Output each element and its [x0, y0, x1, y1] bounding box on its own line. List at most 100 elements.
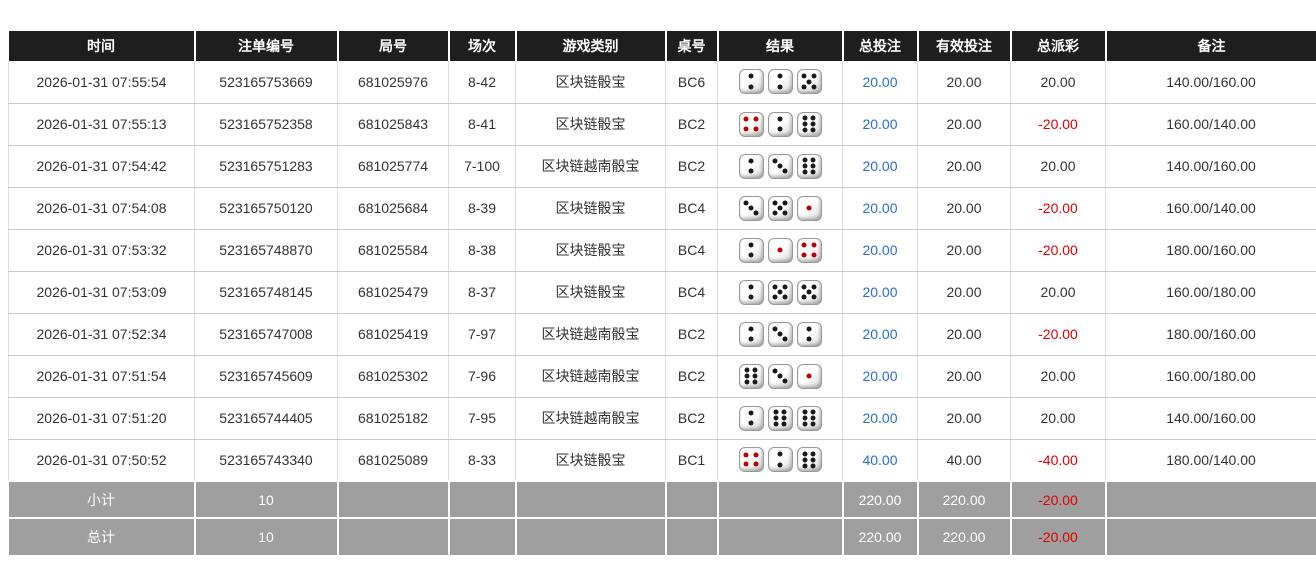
cell-payout: -20.00 [1010, 186, 1106, 230]
cell-game-type: 区块链骰宝 [515, 186, 666, 230]
total-empty-session [448, 517, 517, 555]
cell-result [717, 354, 843, 398]
column-header: 桌号 [665, 31, 719, 61]
table-header: 时间 注单编号 局号 场次 游戏类别 桌号 结果 总投注 有效投注 总派彩 备注 [8, 31, 1316, 61]
cell-payout: -20.00 [1010, 102, 1106, 146]
cell-remark: 140.00/160.00 [1105, 396, 1316, 440]
table-row: 2026-01-31 07:54:42 523165751283 6810257… [8, 144, 1316, 188]
cell-payout: 20.00 [1010, 270, 1106, 314]
cell-total-bet[interactable]: 20.00 [842, 270, 918, 314]
die-3-icon [767, 153, 793, 179]
die-4-icon [738, 111, 764, 137]
cell-game-type: 区块链骰宝 [515, 270, 666, 314]
cell-total-bet[interactable]: 40.00 [842, 438, 918, 482]
cell-total-bet[interactable]: 20.00 [842, 186, 918, 230]
cell-valid-bet: 20.00 [917, 396, 1011, 440]
total-empty-round [337, 517, 450, 555]
die-1-icon [796, 195, 822, 221]
cell-session: 7-97 [448, 312, 516, 356]
cell-valid-bet: 20.00 [917, 312, 1011, 356]
cell-bet-id: 523165751283 [194, 144, 338, 188]
cell-table-no: BC2 [665, 102, 718, 146]
cell-valid-bet: 20.00 [917, 228, 1011, 272]
cell-total-bet[interactable]: 20.00 [842, 61, 918, 104]
cell-round-id: 681025089 [337, 438, 449, 482]
cell-remark: 160.00/140.00 [1105, 186, 1316, 230]
cell-session: 8-33 [448, 438, 516, 482]
column-header: 有效投注 [917, 31, 1012, 61]
cell-total-bet[interactable]: 20.00 [842, 228, 918, 272]
cell-payout: 20.00 [1010, 396, 1106, 440]
column-header: 时间 [8, 31, 196, 61]
cell-table-no: BC2 [665, 354, 718, 398]
cell-round-id: 681025774 [337, 144, 449, 188]
die-6-icon [796, 153, 822, 179]
die-5-icon [767, 195, 793, 221]
subtotal-total-bet: 220.00 [842, 480, 919, 518]
die-2-icon [738, 153, 764, 179]
cell-table-no: BC1 [665, 438, 718, 482]
cell-table-no: BC2 [665, 144, 718, 188]
cell-valid-bet: 20.00 [917, 102, 1011, 146]
total-label: 总计 [8, 517, 196, 555]
cell-remark: 180.00/160.00 [1105, 312, 1316, 356]
subtotal-empty-session [448, 480, 517, 518]
cell-round-id: 681025302 [337, 354, 449, 398]
cell-time: 2026-01-31 07:51:54 [8, 354, 195, 398]
cell-valid-bet: 40.00 [917, 438, 1011, 482]
die-2-icon [767, 69, 793, 95]
cell-table-no: BC6 [665, 61, 718, 104]
cell-bet-id: 523165748870 [194, 228, 338, 272]
cell-bet-id: 523165744405 [194, 396, 338, 440]
subtotal-empty-table [665, 480, 719, 518]
total-empty-table [665, 517, 719, 555]
cell-bet-id: 523165745609 [194, 354, 338, 398]
bet-history-table: 时间 注单编号 局号 场次 游戏类别 桌号 结果 总投注 有效投注 总派彩 备注 2026-01-3… [8, 31, 1316, 555]
die-2-icon [738, 321, 764, 347]
die-1-icon [796, 363, 822, 389]
cell-time: 2026-01-31 07:54:08 [8, 186, 195, 230]
cell-payout: -20.00 [1010, 312, 1106, 356]
cell-time: 2026-01-31 07:51:20 [8, 396, 195, 440]
cell-game-type: 区块链越南骰宝 [515, 312, 666, 356]
cell-payout: -40.00 [1010, 438, 1106, 482]
die-2-icon [738, 279, 764, 305]
cell-remark: 140.00/160.00 [1105, 61, 1316, 104]
cell-time: 2026-01-31 07:55:13 [8, 102, 195, 146]
total-valid-bet: 220.00 [917, 517, 1012, 555]
cell-valid-bet: 20.00 [917, 354, 1011, 398]
cell-total-bet[interactable]: 20.00 [842, 396, 918, 440]
cell-result [717, 270, 843, 314]
column-header: 注单编号 [194, 31, 339, 61]
subtotal-empty-game [515, 480, 667, 518]
cell-session: 7-96 [448, 354, 516, 398]
cell-valid-bet: 20.00 [917, 270, 1011, 314]
die-3-icon [738, 195, 764, 221]
table-row: 2026-01-31 07:53:09 523165748145 6810254… [8, 270, 1316, 314]
cell-total-bet[interactable]: 20.00 [842, 354, 918, 398]
cell-table-no: BC2 [665, 312, 718, 356]
subtotal-empty-result [717, 480, 844, 518]
cell-bet-id: 523165748145 [194, 270, 338, 314]
cell-bet-id: 523165743340 [194, 438, 338, 482]
total-empty-result [717, 517, 844, 555]
cell-total-bet[interactable]: 20.00 [842, 102, 918, 146]
cell-payout: 20.00 [1010, 354, 1106, 398]
cell-game-type: 区块链骰宝 [515, 228, 666, 272]
cell-total-bet[interactable]: 20.00 [842, 144, 918, 188]
cell-payout: -20.00 [1010, 228, 1106, 272]
cell-remark: 160.00/180.00 [1105, 354, 1316, 398]
cell-session: 7-95 [448, 396, 516, 440]
column-header: 总投注 [842, 31, 919, 61]
die-6-icon [796, 111, 822, 137]
cell-total-bet[interactable]: 20.00 [842, 312, 918, 356]
cell-session: 8-38 [448, 228, 516, 272]
die-2-icon [738, 69, 764, 95]
cell-game-type: 区块链越南骰宝 [515, 144, 666, 188]
cell-game-type: 区块链越南骰宝 [515, 396, 666, 440]
subtotal-valid-bet: 220.00 [917, 480, 1012, 518]
cell-valid-bet: 20.00 [917, 61, 1011, 104]
cell-remark: 160.00/180.00 [1105, 270, 1316, 314]
cell-remark: 180.00/140.00 [1105, 438, 1316, 482]
table-row: 2026-01-31 07:51:54 523165745609 6810253… [8, 354, 1316, 398]
